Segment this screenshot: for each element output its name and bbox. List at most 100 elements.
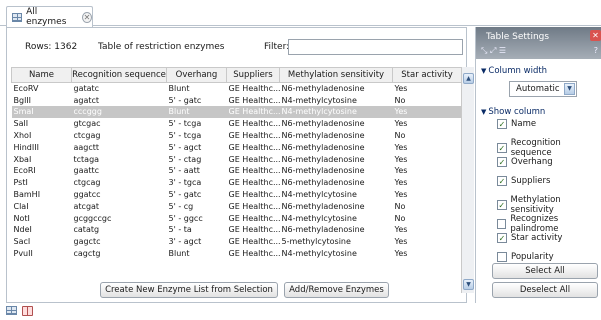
column-header[interactable]: Star activity [392, 67, 462, 83]
table-cell: gtcgac [73, 119, 101, 129]
table-cell: BamHI [13, 190, 41, 200]
table-row[interactable]: PstI ctgcag 3' - tgca GE Healthc... N6-methy… [12, 177, 462, 189]
create-enzyme-list-button[interactable]: Create New Enzyme List from Selection [100, 282, 278, 298]
table-cell: GE Healthc... [228, 213, 280, 223]
table-row[interactable]: XbaI tctaga 5' - ctag GE Healthc... N6-methy… [12, 153, 462, 165]
close-icon[interactable]: ✕ [81, 11, 92, 23]
table-cell: 5' - cg [168, 201, 194, 211]
show-column-option[interactable]: ✓ Star activity [497, 233, 562, 243]
show-column-option[interactable]: Popularity [497, 252, 554, 262]
help-icon[interactable]: ? [594, 46, 598, 55]
rows-count: Rows: 1362 [25, 42, 78, 52]
table-cell: GE Healthc... [228, 154, 280, 164]
table-view-icon[interactable] [6, 306, 17, 315]
filter-input[interactable] [288, 39, 463, 55]
show-column-option[interactable]: ✓ Recognition sequence [497, 138, 601, 158]
table-cell: Yes [394, 119, 408, 129]
table-row[interactable]: SmaI cccggg Blunt GE Healthc... N4-methylcyt… [11, 106, 462, 118]
table-scrollbar[interactable]: ▲ ▼ [461, 67, 474, 293]
table-cell: N6-methyladenosine [281, 201, 365, 211]
table-cell: N6-methyladenosine [281, 166, 365, 176]
table-cell: N6-methyladenosine [281, 225, 365, 235]
column-width-section[interactable]: ▼ Column width [481, 66, 547, 76]
table-cell: No [394, 201, 406, 211]
table-cell: Yes [394, 190, 408, 200]
table-title: Table of restriction enzymes [98, 42, 225, 52]
table-row[interactable]: BamHI ggatcc 5' - gatc GE Healthc... N4-meth… [12, 189, 462, 201]
add-remove-enzymes-button[interactable]: Add/Remove Enzymes [284, 282, 389, 298]
table-cell: N4-methylcytosine [281, 95, 357, 105]
table-cell: GE Healthc... [228, 131, 280, 141]
table-row[interactable]: HindIII aagctt 5' - agct GE Healthc... N6-me… [12, 141, 462, 153]
scroll-down-icon[interactable]: ▼ [463, 279, 474, 290]
column-header[interactable]: Recognition sequence [71, 67, 167, 83]
table-cell: GE Healthc... [228, 142, 280, 152]
checkbox[interactable]: ✓ [497, 176, 507, 186]
table-cell: NotI [13, 213, 30, 223]
deselect-all-button[interactable]: Deselect All [492, 282, 598, 298]
table-settings-panel: Table Settings ✕ ⤡ ⤢ ☰ ? ▼ Column width A… [475, 27, 601, 303]
checkbox[interactable] [497, 219, 507, 229]
table-cell: catatg [73, 225, 100, 235]
show-column-section[interactable]: ▼ Show column [481, 107, 545, 117]
table-cell: N6-methyladenosine [281, 142, 365, 152]
book-icon[interactable] [22, 306, 33, 316]
column-header[interactable]: Methylation sensitivity [279, 67, 393, 83]
checkbox-label: Recognizes palindrome [510, 214, 559, 234]
checkbox[interactable]: ✓ [497, 119, 507, 129]
table-cell: No [394, 213, 406, 223]
table-row[interactable]: XhoI ctcgag 5' - tcga GE Healthc... N6-methy… [12, 130, 462, 142]
select-all-button[interactable]: Select All [492, 263, 598, 279]
show-column-option[interactable]: ✓ Methylation sensitivity [497, 195, 601, 215]
table-cell: N6-methyladenosine [281, 84, 365, 94]
table-cell: Blunt [168, 84, 190, 94]
table-cell: N6-methyladenosine [281, 154, 365, 164]
checkbox[interactable] [497, 252, 507, 262]
column-width-dropdown[interactable]: Automatic ▼ [509, 81, 577, 97]
table-cell: GE Healthc... [228, 166, 280, 176]
table-cell: 5' - gatc [168, 190, 202, 200]
table-cell: GE Healthc... [228, 190, 280, 200]
table-row[interactable]: EcoRV gatatc Blunt GE Healthc... N6-methylad… [12, 83, 462, 95]
table-cell: 5' - gatc [168, 95, 202, 105]
chevron-down-icon[interactable]: ▼ [564, 83, 575, 95]
tab-all-enzymes[interactable]: All enzymes ✕ [6, 6, 93, 27]
table-row[interactable]: ClaI atcgat 5' - cg GE Healthc... N6-methyla… [12, 200, 462, 212]
table-cell: EcoRV [13, 84, 39, 94]
table-cell: 5' - ctag [168, 154, 202, 164]
close-icon[interactable]: ✕ [590, 30, 601, 41]
table-cell: 5' - ta [168, 225, 192, 235]
table-cell: SalI [13, 119, 29, 129]
show-column-option[interactable]: ✓ Name [497, 119, 536, 129]
table-row[interactable]: EcoRI gaattc 5' - aatt GE Healthc... N6-meth… [12, 165, 462, 177]
enzyme-table-pane: Rows: 1362 Table of restriction enzymes … [6, 27, 474, 303]
settings-tools-icon[interactable]: ⤡ ⤢ ☰ [481, 46, 506, 56]
checkbox[interactable]: ✓ [497, 233, 507, 243]
table-row[interactable]: SacI gagctc 3' - agct GE Healthc... 5-methyl… [12, 236, 462, 248]
show-column-option[interactable]: ✓ Overhang [497, 157, 553, 167]
table-row[interactable]: BglII agatct 5' - gatc GE Healthc... N4-meth… [12, 94, 462, 106]
table-cell: SacI [13, 237, 31, 247]
table-cell: gatatc [73, 84, 100, 94]
table-cell: 5' - agct [168, 142, 202, 152]
table-cell: 5' - tcga [168, 119, 202, 129]
show-column-option[interactable]: Recognizes palindrome [497, 214, 601, 234]
table-cell: 5' - tcga [168, 131, 202, 141]
table-row[interactable]: SalI gtcgac 5' - tcga GE Healthc... N6-methy… [12, 118, 462, 130]
scroll-up-icon[interactable]: ▲ [463, 73, 474, 84]
table-cell: N4-methylcytosine [281, 190, 357, 200]
table-row[interactable]: NdeI catatg 5' - ta GE Healthc... N6-methyla… [12, 224, 462, 236]
table-cell: aagctt [73, 142, 100, 152]
table-cell: Blunt [166, 106, 227, 118]
column-header[interactable]: Overhang [166, 67, 227, 83]
checkbox[interactable]: ✓ [497, 143, 507, 153]
table-cell: No [394, 131, 406, 141]
table-row[interactable]: NotI gcggccgc 5' - ggcc GE Healthc... N4-met… [12, 212, 462, 224]
show-column-option[interactable]: ✓ Suppliers [497, 176, 550, 186]
checkbox-label: Recognition sequence [510, 138, 561, 158]
checkbox[interactable]: ✓ [497, 200, 507, 210]
table-row[interactable]: PvuII cagctg Blunt GE Healthc... N4-methylcy… [12, 248, 462, 260]
checkbox[interactable]: ✓ [497, 157, 507, 167]
column-header[interactable]: Name [11, 67, 72, 83]
column-header[interactable]: Suppliers [226, 67, 280, 83]
